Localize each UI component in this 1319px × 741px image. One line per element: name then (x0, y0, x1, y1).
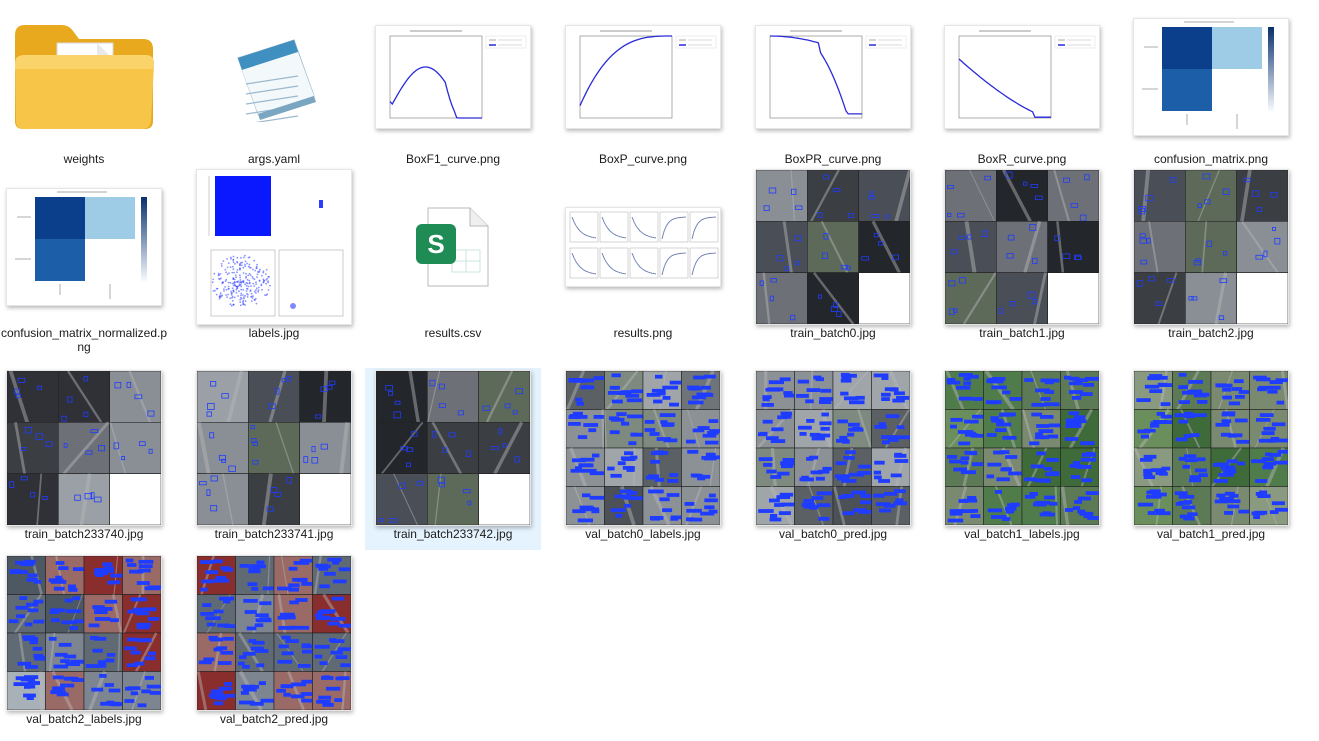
file-item[interactable]: BoxR_curve.png (934, 0, 1110, 166)
train-batch-thumbnail (1133, 169, 1289, 325)
train-batch-thumbnail (375, 370, 531, 526)
file-item[interactable]: S results.csv (365, 167, 541, 363)
file-name-label: args.yaml (247, 152, 300, 166)
train-batch-thumbnail (755, 169, 911, 325)
file-name-label: BoxP_curve.png (598, 152, 688, 166)
file-name-label: labels.jpg (248, 326, 300, 340)
file-name-label: results.csv (424, 326, 482, 340)
spreadsheet-icon: S (375, 169, 531, 325)
file-name-label: val_batch0_labels.jpg (585, 527, 701, 541)
file-name-label: BoxR_curve.png (977, 152, 1067, 166)
val-batch-thumbnail (6, 555, 162, 711)
file-name-label: results.png (613, 326, 673, 340)
notepad-icon (196, 2, 352, 151)
recall-curve-thumbnail (944, 2, 1100, 151)
train-batch-thumbnail (6, 370, 162, 526)
file-item[interactable]: weights (0, 0, 172, 166)
file-name-label: val_batch0_pred.jpg (778, 527, 888, 541)
precision-curve-thumbnail (565, 2, 721, 151)
file-grid: weights args.yaml BoxF1_curve.png BoxP_c… (0, 0, 1319, 741)
results-thumbnail (565, 169, 721, 325)
file-name-label: train_batch233740.jpg (24, 527, 144, 541)
file-item[interactable]: results.png (555, 167, 731, 363)
file-item[interactable]: val_batch1_pred.jpg (1123, 368, 1299, 550)
folder-icon (6, 2, 162, 151)
val-batch-thumbnail (565, 370, 721, 526)
file-name-label: confusion_matrix.png (1153, 152, 1269, 166)
train-batch-thumbnail (944, 169, 1100, 325)
file-name-label: val_batch2_pred.jpg (219, 712, 329, 726)
file-item[interactable]: train_batch1.jpg (934, 167, 1110, 363)
file-item[interactable]: val_batch2_pred.jpg (186, 553, 362, 737)
confusion-matrix-normalized-thumbnail (6, 169, 162, 325)
val-batch-thumbnail (196, 555, 352, 711)
file-name-label: train_batch2.jpg (1168, 326, 1254, 340)
file-name-label: train_batch0.jpg (790, 326, 876, 340)
file-item[interactable]: val_batch0_pred.jpg (745, 368, 921, 550)
file-item[interactable]: BoxP_curve.png (555, 0, 731, 166)
svg-text:S: S (427, 229, 444, 259)
file-name-label: train_batch1.jpg (979, 326, 1065, 340)
file-item[interactable]: train_batch233740.jpg (0, 368, 172, 550)
file-name-label: BoxF1_curve.png (405, 152, 501, 166)
file-name-label: train_batch233742.jpg (393, 527, 513, 541)
confusion-matrix-thumbnail (1133, 2, 1289, 151)
file-name-label: BoxPR_curve.png (784, 152, 882, 166)
file-item[interactable]: train_batch0.jpg (745, 167, 921, 363)
labels-thumbnail (196, 169, 352, 325)
file-item[interactable]: train_batch233742.jpg (365, 368, 541, 550)
file-name-label: val_batch1_labels.jpg (964, 527, 1080, 541)
file-item[interactable]: BoxPR_curve.png (745, 0, 921, 166)
file-item[interactable]: val_batch2_labels.jpg (0, 553, 172, 737)
val-batch-thumbnail (944, 370, 1100, 526)
file-item[interactable]: confusion_matrix.png (1123, 0, 1299, 166)
f1-curve-thumbnail (375, 2, 531, 151)
file-name-label: val_batch2_labels.jpg (26, 712, 142, 726)
train-batch-thumbnail (196, 370, 352, 526)
pr-curve-thumbnail (755, 2, 911, 151)
file-item[interactable]: labels.jpg (186, 167, 362, 363)
file-name-label: confusion_matrix_normalized.png (0, 326, 168, 354)
file-name-label: val_batch1_pred.jpg (1156, 527, 1266, 541)
file-name-label: train_batch233741.jpg (214, 527, 334, 541)
file-item[interactable]: args.yaml (186, 0, 362, 166)
file-item[interactable]: BoxF1_curve.png (365, 0, 541, 166)
val-batch-thumbnail (1133, 370, 1289, 526)
file-item[interactable]: train_batch233741.jpg (186, 368, 362, 550)
file-item[interactable]: val_batch1_labels.jpg (934, 368, 1110, 550)
file-item[interactable]: confusion_matrix_normalized.png (0, 167, 172, 363)
val-batch-thumbnail (755, 370, 911, 526)
file-item[interactable]: val_batch0_labels.jpg (555, 368, 731, 550)
file-item[interactable]: train_batch2.jpg (1123, 167, 1299, 363)
file-name-label: weights (63, 152, 105, 166)
